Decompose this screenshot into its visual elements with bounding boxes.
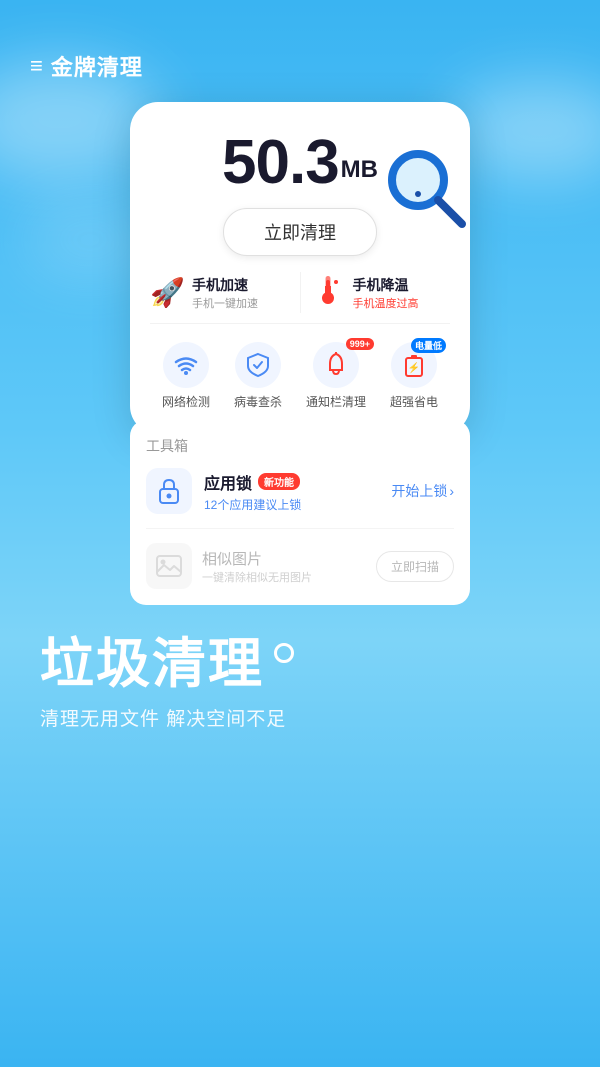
shield-icon [235,342,281,388]
mb-unit: MB [341,156,378,183]
app-title: 金牌清理 [51,50,143,82]
feature-accelerate[interactable]: 🚀 手机加速 手机一键加速 [150,272,301,313]
accelerate-name: 手机加速 [192,275,258,295]
toolbox-section: 工具箱 应用锁 新功能 12个应用建议上锁 开始上锁 › [130,420,470,605]
start-lock-label: 开始上锁 [391,481,447,501]
battery-label: 超强省电 [390,393,438,410]
similar-sub: 一键清除相似无用图片 [202,569,366,585]
accelerate-sub: 手机一键加速 [192,295,258,311]
similar-images-item[interactable]: 相似图片 一键清除相似无用图片 立即扫描 [146,528,454,589]
similar-text: 相似图片 一键清除相似无用图片 [202,548,366,585]
hero-circle-decoration [274,643,294,663]
cooling-sub: 手机温度过高 [353,295,419,311]
wifi-icon [163,342,209,388]
virus-check-item[interactable]: 病毒查杀 [234,342,282,410]
new-feature-badge: 新功能 [258,473,300,490]
mb-value: 50.3 [222,128,339,197]
notification-clean-item[interactable]: 999+ 通知栏清理 [306,342,366,410]
magnifier-icon [380,142,470,232]
image-icon [146,543,192,589]
hero-section: 垃圾清理 清理无用文件 解决空间不足 [0,605,600,731]
battery-saver-item[interactable]: ⚡ 电量低 超强省电 [390,342,438,410]
app-lock-label: 应用锁 [204,470,252,494]
start-lock-button[interactable]: 开始上锁 › [391,481,454,501]
cooling-name: 手机降温 [353,275,419,295]
network-label: 网络检测 [162,393,210,410]
feature-cooling[interactable]: 手机降温 手机温度过高 [301,272,451,313]
battery-badge: 电量低 [411,338,446,353]
network-check-item[interactable]: 网络检测 [162,342,210,410]
app-lock-sub: 12个应用建议上锁 [204,496,379,513]
main-card: 50.3MB 立即清理 🚀 手机加速 手机一键加速 [130,102,470,434]
rocket-icon: 🚀 [150,276,184,309]
similar-name: 相似图片 [202,548,366,569]
app-lock-item[interactable]: 应用锁 新功能 12个应用建议上锁 开始上锁 › [146,468,454,514]
notification-badge: 999+ [346,338,374,350]
app-lock-name: 应用锁 新功能 [204,470,379,494]
svg-text:⚡: ⚡ [408,361,420,374]
accelerate-text: 手机加速 手机一键加速 [192,275,258,311]
icons-row: 网络检测 病毒查杀 999+ 通知栏清理 [150,334,450,414]
app-header: ≡ 金牌清理 [0,0,600,92]
mb-display: 50.3MB 立即清理 [150,132,450,256]
clean-button[interactable]: 立即清理 [223,208,377,256]
virus-label: 病毒查杀 [234,393,282,410]
hero-subtitle: 清理无用文件 解决空间不足 [40,704,560,731]
app-lock-text: 应用锁 新功能 12个应用建议上锁 [204,470,379,513]
menu-icon[interactable]: ≡ [30,53,43,79]
lock-icon [146,468,192,514]
scan-button[interactable]: 立即扫描 [376,551,454,582]
thermometer-icon [311,272,345,313]
notification-label: 通知栏清理 [306,393,366,410]
hero-title: 垃圾清理 [40,635,560,694]
toolbox-title: 工具箱 [146,436,454,456]
feature-top-row: 🚀 手机加速 手机一键加速 手机降温 手机温度过高 [150,266,450,324]
cooling-text: 手机降温 手机温度过高 [353,275,419,311]
hero-title-text: 垃圾清理 [40,635,264,694]
chevron-right-icon: › [449,483,454,499]
